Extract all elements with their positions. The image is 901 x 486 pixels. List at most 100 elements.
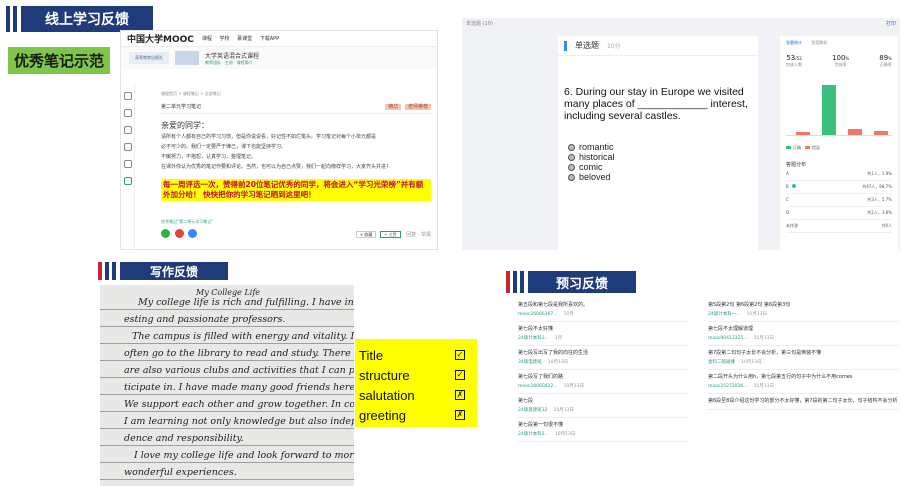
distribution-row[interactable]: 未作答 共0人 bbox=[786, 220, 892, 233]
radio-icon[interactable] bbox=[568, 154, 575, 161]
kpi-completed: 53/53 完成人数 bbox=[786, 54, 802, 67]
essay-line: I am learning not only knowledge but als… bbox=[124, 416, 354, 427]
course-title[interactable]: 大学英语混合式课程 bbox=[205, 51, 259, 60]
list-item[interactable]: 第6段至8段介绍这份学习的部分不太好懂，第7段的第二句子太长，句子结构不会分析 bbox=[708, 394, 898, 410]
note-link[interactable]: 优秀笔记“第二单元学习笔记” bbox=[161, 219, 213, 225]
checklist-item: Title ✓ bbox=[359, 347, 465, 363]
weibo-icon[interactable] bbox=[174, 229, 184, 238]
correct-dot-icon bbox=[791, 184, 796, 188]
header-writing-feedback: 写作反馈 bbox=[98, 262, 229, 280]
school-logo[interactable]: 高等教育出版社 bbox=[129, 52, 169, 64]
check-icon: ✓ bbox=[455, 370, 465, 380]
list-item[interactable]: 第5段第2句 第6段第2句 第6段第3句 24级计本科一... 10月13日 bbox=[708, 298, 898, 322]
list-item[interactable]: 第七段不太好懂 24级计本科3... 1月 bbox=[518, 322, 688, 346]
header-online-feedback: 线上学习反馈 bbox=[6, 6, 153, 32]
distribution-row[interactable]: C 共3人，5.7% bbox=[786, 194, 892, 207]
preview-column-left: 第五段和第七段是我所喜欢的。 mooc26066367... 10月 第七段不太好懂… bbox=[518, 298, 688, 442]
bar-a bbox=[796, 132, 810, 135]
essay-line: wonderful experiences. bbox=[124, 467, 237, 478]
question-text: 6. During our stay in Europe we visited … bbox=[564, 86, 748, 122]
tab-answer-stats[interactable]: 答题统计 bbox=[786, 40, 802, 45]
list-item[interactable]: 第七段第一句很不懂 24级计本科2... 10月13日 bbox=[518, 418, 688, 442]
essay-line: esting and passionate professors. bbox=[124, 314, 286, 325]
nav-classroom[interactable]: 慕课堂 bbox=[237, 36, 252, 42]
essay-line: often go to the library to read and stud… bbox=[124, 348, 351, 359]
bell-icon[interactable] bbox=[123, 92, 132, 100]
handwriting-photo: My College Life My college life is rich … bbox=[100, 285, 354, 486]
list-item[interactable]: 第二段开头为什么用h，第七段第五行的句子中为什么不用comes mooc25272… bbox=[708, 370, 898, 394]
note-body-line: 必不可少的。我们一定要严于律己，课下也能坚持学习。 bbox=[161, 144, 287, 150]
mooc-notes-screenshot: 中国大学MOOC 课程 学校 慕课堂 下载APP 高等教育出版社 大学英语混合式… bbox=[120, 30, 438, 250]
checklist-item: structure ✓ bbox=[359, 367, 465, 383]
list-item[interactable]: 第7段第二句句子太长不会分析，第三句是倒装不懂 金科二班碰撞 10月13日 bbox=[708, 346, 898, 370]
distribution-row[interactable]: B 共47人，88.7% bbox=[786, 181, 892, 194]
excellent-notes-tag: 优秀笔记示范 bbox=[8, 47, 111, 74]
note-content: 第二单元学习笔记 精华 老师推荐 亲爱的同学： 请所有个人都有自己的学习习惯，但… bbox=[161, 103, 431, 201]
mooc-logo[interactable]: 中国大学MOOC bbox=[127, 32, 194, 45]
question-points: 10分 bbox=[607, 43, 621, 50]
checklist-item: salutation ✗ bbox=[359, 387, 465, 403]
note-highlight: 每一周评选一次，赞得前20位笔记优秀的同学，将会进入“学习光荣榜”并有额外加分哈… bbox=[161, 179, 431, 201]
list-item[interactable]: 第七段不太理解道理 mooc90413325... 10月13日 bbox=[708, 322, 898, 346]
header-preview-label: 预习反馈 bbox=[528, 271, 637, 293]
distribution-row[interactable]: A 共1人，1.9% bbox=[786, 168, 892, 181]
note-body-line: 在课外你认为优秀的笔记作要和评论。当然，也可以为自己点赞，我们一起向榜样学习，大… bbox=[161, 164, 392, 170]
kpi-completion-rate: 100% 完成率 bbox=[832, 54, 850, 67]
writing-checklist: Title ✓ structure ✓ salutation ✗ greeting ✗ bbox=[355, 339, 477, 427]
favorite-button[interactable]: + 收藏 bbox=[355, 231, 377, 238]
notes-icon[interactable] bbox=[123, 177, 132, 185]
course-thumbnail bbox=[175, 51, 199, 65]
list-item[interactable]: 第七段 24级基建班12 10月13日 bbox=[518, 394, 688, 418]
note-title: 第二单元学习笔记 bbox=[161, 104, 202, 110]
quiz-stats-screenshot: 单选题 (10) 打印 单选题 10分 6. During our stay i… bbox=[462, 18, 900, 250]
nav-schools[interactable]: 学校 bbox=[219, 36, 229, 42]
option-item[interactable]: romantic bbox=[568, 142, 758, 152]
radio-icon[interactable] bbox=[568, 164, 575, 171]
note-tag-featured: 精华 bbox=[385, 104, 402, 110]
question-card: 单选题 10分 6. During our stay in Europe we … bbox=[558, 36, 758, 250]
stats-panel: 答题统计 答案解析 53/53 完成人数 100% 完成率 89% 正确率 正确 错误… bbox=[780, 36, 898, 250]
cross-icon: ✗ bbox=[455, 390, 465, 400]
option-item[interactable]: historical bbox=[568, 152, 758, 162]
bar-c bbox=[848, 129, 862, 135]
answer-options: romantic historical comic beloved bbox=[558, 122, 758, 182]
list-item[interactable]: 第七段写出写了我的向往的生活 34级电建班 10月13日 bbox=[518, 346, 688, 370]
note-body-line: 请所有个人都有自己的学习习惯，但是你说说看，好记性不如烂笔头。学习笔记对每个小单… bbox=[161, 134, 377, 140]
like-button[interactable]: + 点赞 bbox=[380, 231, 401, 238]
distribution-row[interactable]: D 共2人，3.8% bbox=[786, 207, 892, 220]
essay-line: ticipate in. I have made many good frien… bbox=[124, 382, 354, 393]
essay-title: My College Life bbox=[196, 288, 261, 297]
mooc-sidebar bbox=[121, 83, 135, 249]
radio-icon[interactable] bbox=[568, 174, 575, 181]
list-item[interactable]: 第五段和第七段是我所喜欢的。 mooc26066367... 10月 bbox=[518, 298, 688, 322]
wechat-icon[interactable] bbox=[161, 229, 170, 238]
qq-icon[interactable] bbox=[188, 229, 198, 238]
print-button[interactable]: 打印 bbox=[886, 20, 896, 27]
chart-legend: 正确 错误 bbox=[786, 145, 892, 151]
essay-line: I love my college life and look forward … bbox=[134, 450, 354, 461]
list-item[interactable]: 第七段写了我们的路 mooc28060422... 10月13日 bbox=[518, 370, 688, 394]
mooc-nav: 课程 学校 慕课堂 下载APP bbox=[202, 35, 285, 42]
essay-line: dence and responsibility. bbox=[124, 433, 244, 444]
check-icon: ✓ bbox=[455, 350, 465, 360]
note-foot-actions[interactable]: 回复 · 举报 bbox=[406, 232, 431, 238]
course-subtitle: 教师团队 · 主讲 · 课程简介 bbox=[205, 59, 253, 65]
quiz-top-label: 单选题 (10) bbox=[466, 21, 493, 27]
nav-courses[interactable]: 课程 bbox=[202, 36, 212, 42]
nav-download-app[interactable]: 下载APP bbox=[260, 36, 279, 42]
preview-column-right: 第5段第2句 第6段第2句 第6段第3句 24级计本科一... 10月13日 第七段… bbox=[708, 298, 898, 410]
checklist-item: greeting ✗ bbox=[359, 407, 465, 423]
option-item[interactable]: beloved bbox=[568, 172, 758, 182]
doc-icon[interactable] bbox=[123, 160, 132, 168]
cross-icon: ✗ bbox=[455, 410, 465, 420]
chat-icon[interactable] bbox=[123, 126, 132, 134]
essay-line: My college life is rich and fulfilling. … bbox=[138, 297, 354, 308]
option-item[interactable]: comic bbox=[568, 162, 758, 172]
star-icon[interactable] bbox=[123, 109, 132, 117]
question-type: 单选题 bbox=[575, 41, 599, 50]
distribution-title: 答题分布 bbox=[786, 162, 807, 168]
tab-answer-analysis[interactable]: 答案解析 bbox=[811, 40, 827, 45]
edit-icon[interactable] bbox=[123, 143, 132, 151]
header-online-label: 线上学习反馈 bbox=[21, 6, 153, 32]
radio-icon[interactable] bbox=[568, 144, 575, 151]
